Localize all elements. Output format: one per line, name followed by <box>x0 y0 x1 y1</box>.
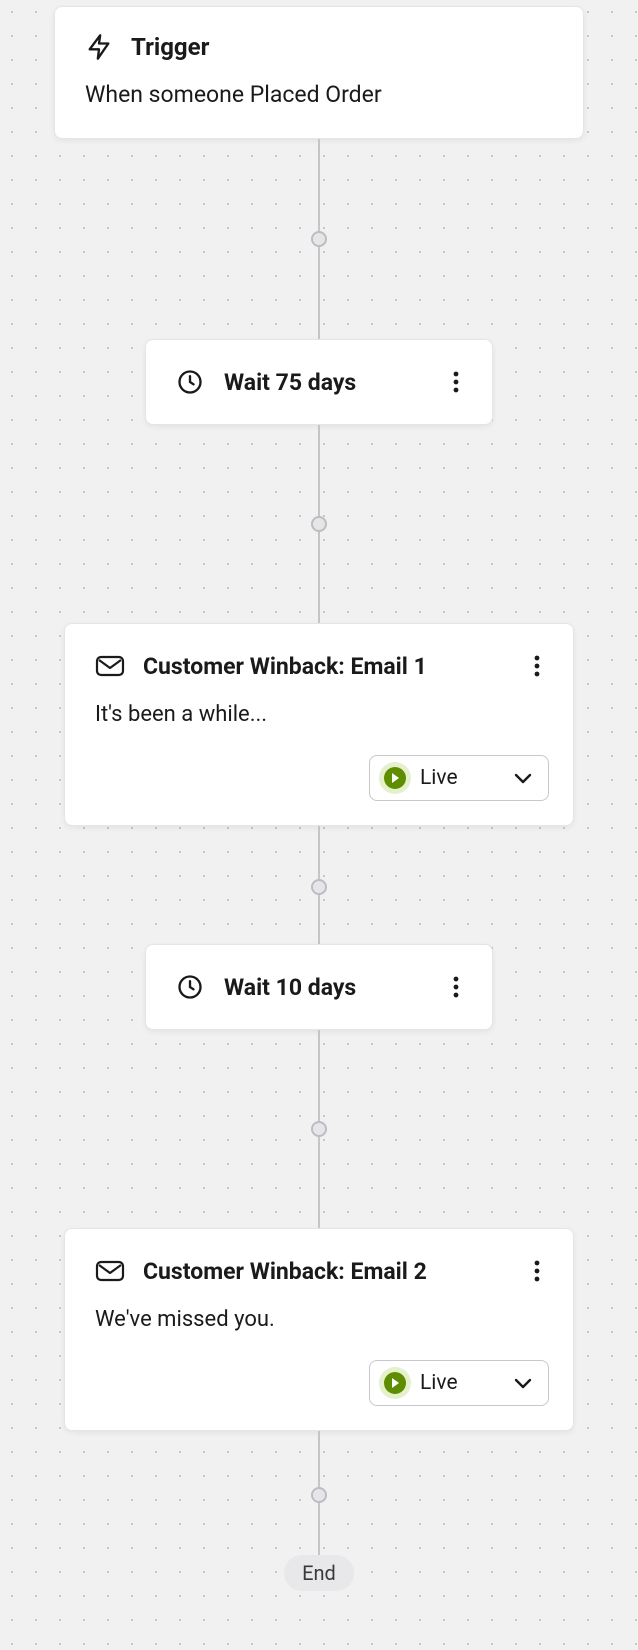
flow-node <box>311 1121 327 1137</box>
flow-node <box>311 231 327 247</box>
flow-node <box>311 1487 327 1503</box>
flow-connector <box>317 139 321 339</box>
play-icon <box>384 1372 406 1394</box>
flow-node <box>311 879 327 895</box>
email-title: Customer Winback: Email 1 <box>143 653 525 680</box>
flow-connector <box>317 425 321 623</box>
email-2-menu-button[interactable] <box>525 1255 549 1287</box>
wait-label: Wait 10 days <box>224 974 444 1001</box>
clock-icon <box>176 973 204 1001</box>
wait-label: Wait 75 days <box>224 369 444 396</box>
flow-connector <box>317 1030 321 1228</box>
email-1-menu-button[interactable] <box>525 650 549 682</box>
chevron-down-icon <box>514 772 532 784</box>
clock-icon <box>176 368 204 396</box>
email-title: Customer Winback: Email 2 <box>143 1258 525 1285</box>
wait-step-1[interactable]: Wait 75 days <box>145 339 493 425</box>
email-subject: We've missed you. <box>95 1307 549 1332</box>
chevron-down-icon <box>514 1377 532 1389</box>
trigger-description: When someone Placed Order <box>85 81 553 108</box>
flow-connector <box>317 826 321 944</box>
status-label: Live <box>420 1371 500 1395</box>
email-subject: It's been a while... <box>95 702 549 727</box>
email-step-2[interactable]: Customer Winback: Email 2 We've missed y… <box>64 1228 574 1431</box>
email-1-status-select[interactable]: Live <box>369 755 549 801</box>
trigger-card[interactable]: Trigger When someone Placed Order <box>54 6 584 139</box>
status-label: Live <box>420 766 500 790</box>
lightning-icon <box>85 33 113 61</box>
email-step-1[interactable]: Customer Winback: Email 1 It's been a wh… <box>64 623 574 826</box>
end-pill: End <box>284 1555 354 1591</box>
wait-2-menu-button[interactable] <box>444 971 468 1003</box>
flow-connector <box>317 1431 321 1555</box>
email-2-status-select[interactable]: Live <box>369 1360 549 1406</box>
wait-1-menu-button[interactable] <box>444 366 468 398</box>
play-icon <box>384 767 406 789</box>
trigger-label: Trigger <box>131 33 209 61</box>
envelope-icon <box>95 1259 125 1283</box>
flow-node <box>311 516 327 532</box>
envelope-icon <box>95 654 125 678</box>
wait-step-2[interactable]: Wait 10 days <box>145 944 493 1030</box>
